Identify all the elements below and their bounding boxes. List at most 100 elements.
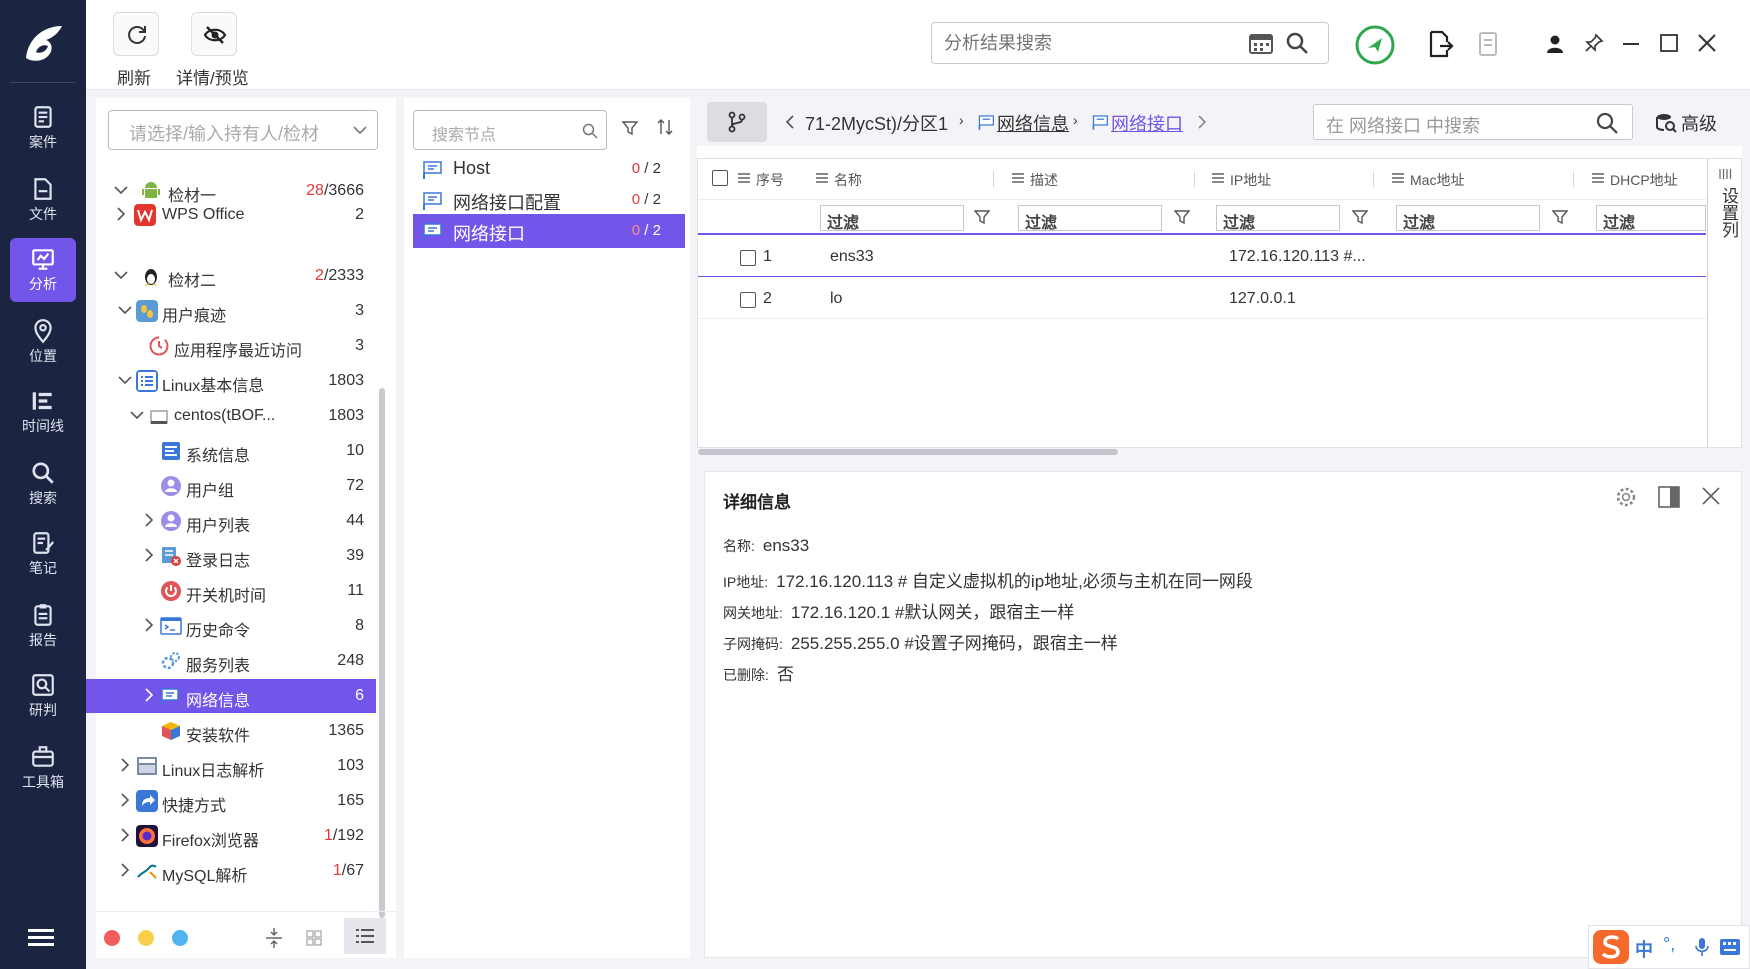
filter-icon[interactable] bbox=[1174, 209, 1190, 225]
grid-view-icon[interactable] bbox=[306, 930, 322, 946]
report-doc-icon[interactable] bbox=[1478, 31, 1500, 57]
pin-icon[interactable] bbox=[1584, 33, 1604, 53]
filter-input-mac[interactable]: 过滤 bbox=[1396, 205, 1540, 232]
breadcrumb-network-info[interactable]: 网络信息 bbox=[997, 110, 1069, 136]
filter-input-name[interactable]: 过滤 bbox=[820, 205, 964, 232]
tree-item-power-time[interactable]: 开关机时间 11 bbox=[96, 574, 376, 608]
chevron-right-icon[interactable] bbox=[118, 863, 132, 877]
tree-item-login-log[interactable]: 登录日志 39 bbox=[96, 539, 376, 573]
node-search-input[interactable]: 搜索节点 bbox=[413, 110, 607, 150]
tree-item-user-group[interactable]: 用户组 72 bbox=[96, 469, 376, 503]
nav-item-timeline[interactable]: 时间线 bbox=[10, 380, 76, 444]
gear-icon[interactable] bbox=[1615, 486, 1637, 508]
tree-item-system-info[interactable]: 系统信息 10 bbox=[96, 434, 376, 468]
tree-item-network-info[interactable]: 网络信息 6 bbox=[86, 679, 376, 713]
column-divider[interactable] bbox=[1573, 171, 1574, 187]
tree-item-history-commands[interactable]: 历史命令 8 bbox=[96, 609, 376, 643]
tree-item-installed-software[interactable]: 安装软件 1365 bbox=[96, 714, 376, 748]
breadcrumb-partition[interactable]: 71-2MycSt)/分区1 bbox=[805, 110, 948, 136]
sogou-ime-icon[interactable] bbox=[1593, 930, 1629, 964]
tree-item-evidence-2[interactable]: 检材二 2/2333 bbox=[96, 259, 376, 293]
global-search-box[interactable] bbox=[931, 22, 1329, 64]
chevron-right-icon[interactable] bbox=[118, 828, 132, 842]
refresh-button[interactable] bbox=[113, 12, 159, 56]
tree-item-service-list[interactable]: 服务列表 248 bbox=[96, 644, 376, 678]
close-icon[interactable] bbox=[1698, 34, 1716, 52]
maximize-icon[interactable] bbox=[1660, 34, 1678, 52]
tree-scrollbar[interactable] bbox=[379, 388, 385, 918]
list-view-button[interactable] bbox=[344, 918, 386, 954]
filter-icon[interactable] bbox=[1352, 209, 1368, 225]
column-header-index[interactable]: 序号 bbox=[734, 159, 794, 199]
nav-item-judge[interactable]: 研判 bbox=[10, 664, 76, 728]
row-checkbox[interactable] bbox=[740, 250, 756, 266]
column-header-name[interactable]: 名称 bbox=[812, 159, 962, 199]
tree-item-shortcuts[interactable]: 快捷方式 165 bbox=[96, 784, 376, 818]
filter-icon[interactable] bbox=[974, 209, 990, 225]
nav-item-case[interactable]: 案件 bbox=[10, 96, 76, 160]
preview-toggle-button[interactable] bbox=[191, 12, 237, 56]
chevron-right-icon[interactable] bbox=[142, 618, 156, 632]
node-item-network-interface[interactable]: 网络接口 0 / 2 bbox=[413, 214, 685, 248]
search-icon[interactable] bbox=[1596, 112, 1618, 134]
tree-item-centos[interactable]: centos(tBOF... 1803 bbox=[96, 399, 376, 433]
tree-item-user-list[interactable]: 用户列表 44 bbox=[96, 504, 376, 538]
minimize-icon[interactable] bbox=[1623, 42, 1639, 46]
chevron-right-icon[interactable] bbox=[142, 548, 156, 562]
red-dot-icon[interactable] bbox=[104, 930, 120, 946]
node-item-network-config[interactable]: 网络接口配置 0 / 2 bbox=[413, 183, 685, 217]
column-settings-button[interactable]: 设置列 bbox=[1707, 158, 1742, 448]
node-item-host[interactable]: Host 0 / 2 bbox=[413, 152, 685, 186]
column-header-ip[interactable]: IP地址 bbox=[1208, 159, 1358, 199]
nav-item-note[interactable]: 笔记 bbox=[10, 522, 76, 586]
column-divider[interactable] bbox=[993, 171, 994, 187]
chevron-down-icon[interactable] bbox=[118, 303, 132, 317]
breadcrumb-network-interface[interactable]: 网络接口 bbox=[1111, 110, 1183, 136]
status-online-icon[interactable] bbox=[1354, 24, 1396, 66]
column-divider[interactable] bbox=[1373, 171, 1374, 187]
tree-item-linux-log-parse[interactable]: Linux日志解析 103 bbox=[96, 749, 376, 783]
row-checkbox[interactable] bbox=[740, 292, 756, 308]
horizontal-scrollbar[interactable] bbox=[698, 449, 1118, 455]
chevron-right-icon[interactable] bbox=[142, 513, 156, 527]
evidence-select-input[interactable]: 请选择/输入持有人/检材 bbox=[108, 110, 378, 150]
nav-item-file[interactable]: 文件 bbox=[10, 168, 76, 232]
chevron-right-icon[interactable] bbox=[142, 688, 156, 702]
nav-item-toolbox[interactable]: 工具箱 bbox=[10, 736, 76, 800]
ime-punct-label[interactable]: °, bbox=[1663, 934, 1675, 955]
nav-item-report[interactable]: 报告 bbox=[10, 594, 76, 658]
branch-view-button[interactable] bbox=[707, 102, 767, 142]
advanced-search-button[interactable]: 高级 bbox=[1681, 110, 1717, 136]
column-header-mac[interactable]: Mac地址 bbox=[1388, 159, 1538, 199]
calendar-icon[interactable] bbox=[1249, 32, 1273, 54]
table-row[interactable]: 2 lo 127.0.0.1 bbox=[698, 279, 1706, 319]
microphone-icon[interactable] bbox=[1695, 937, 1709, 957]
chevron-down-icon[interactable] bbox=[114, 183, 128, 197]
user-icon[interactable] bbox=[1546, 34, 1564, 54]
chevron-left-icon[interactable] bbox=[785, 114, 795, 130]
chevron-right-icon[interactable] bbox=[114, 207, 128, 221]
select-all-checkbox[interactable] bbox=[712, 170, 728, 186]
filter-input-desc[interactable]: 过滤 bbox=[1018, 205, 1162, 232]
close-icon[interactable] bbox=[1702, 487, 1720, 505]
export-icon[interactable] bbox=[1428, 30, 1454, 58]
chevron-down-icon[interactable] bbox=[130, 408, 144, 422]
yellow-dot-icon[interactable] bbox=[138, 930, 154, 946]
tree-item-mysql[interactable]: MySQL解析 1/67 bbox=[96, 854, 376, 888]
tree-item-user-traces[interactable]: 用户痕迹 3 bbox=[96, 294, 376, 328]
chevron-right-icon[interactable] bbox=[1197, 114, 1207, 130]
chevron-right-icon[interactable] bbox=[118, 793, 132, 807]
ime-mode-label[interactable]: 中 bbox=[1635, 936, 1653, 962]
chevron-down-icon[interactable] bbox=[114, 268, 128, 282]
search-icon[interactable] bbox=[1285, 31, 1309, 55]
chevron-down-icon[interactable] bbox=[118, 373, 132, 387]
nav-item-analysis[interactable]: 分析 bbox=[10, 238, 76, 302]
column-divider[interactable] bbox=[1194, 171, 1195, 187]
search-icon[interactable] bbox=[582, 123, 598, 139]
filter-input-dhcp[interactable]: 过滤 bbox=[1596, 205, 1706, 232]
filter-icon[interactable] bbox=[622, 120, 638, 136]
filter-input-ip[interactable]: 过滤 bbox=[1216, 205, 1340, 232]
table-row[interactable]: 1 ens33 172.16.120.113 #... bbox=[698, 237, 1706, 277]
collapse-all-icon[interactable] bbox=[266, 928, 282, 948]
database-search-icon[interactable] bbox=[1655, 112, 1677, 134]
